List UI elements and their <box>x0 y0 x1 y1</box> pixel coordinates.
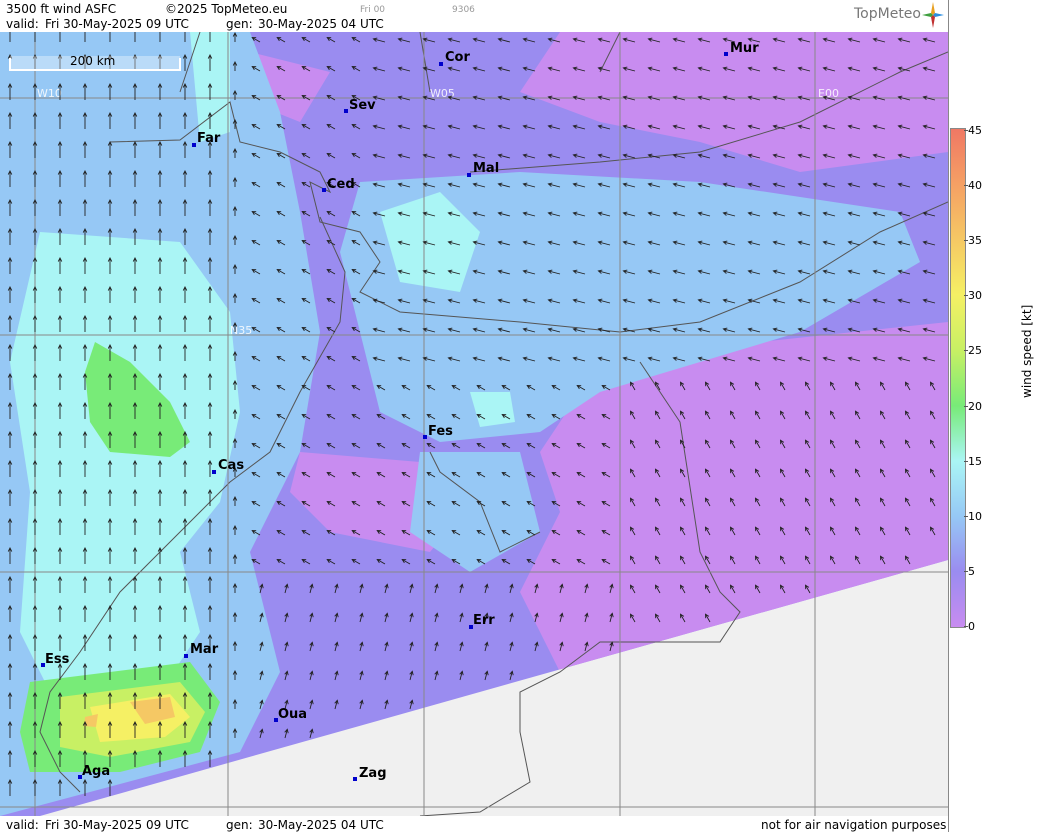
gen-label: gen: <box>226 17 253 31</box>
city-aga: Aga <box>82 764 110 779</box>
colorbar-tick-mark <box>964 405 968 407</box>
grid-label-w10: W10 <box>37 87 62 100</box>
scale-label: 200 km <box>70 54 115 68</box>
city-ced: Ced <box>327 177 355 192</box>
city-ess: Ess <box>45 652 70 667</box>
colorbar-tick-mark <box>964 130 968 131</box>
colorbar-title: wind speed [kt] <box>1020 304 1034 398</box>
logo-text: TopMeteo <box>854 6 921 22</box>
wind-speed-colorbar <box>950 128 966 628</box>
city-far: Far <box>197 131 221 146</box>
valid-time: Fri 30-May-2025 09 UTC <box>45 17 189 31</box>
city-err: Err <box>473 613 495 628</box>
run-label: Fri 00 <box>360 5 386 15</box>
city-cor: Cor <box>445 50 470 65</box>
city-mar: Mar <box>190 642 219 657</box>
city-fes: Fes <box>428 424 453 439</box>
colorbar-tick-mark <box>964 626 968 627</box>
colorbar-tick-label: 10 <box>968 509 982 523</box>
colorbar-tick-label: 30 <box>968 289 982 303</box>
city-mur: Mur <box>730 41 759 56</box>
compass-star-icon <box>922 2 944 28</box>
code-label: 9306 <box>452 5 475 15</box>
city-zag: Zag <box>359 766 387 781</box>
colorbar-tick-mark <box>964 570 968 572</box>
gen-time: 30-May-2025 04 UTC <box>258 17 384 31</box>
topmeteo-logo: TopMeteo <box>854 6 921 22</box>
colorbar-tick-label: 45 <box>968 124 982 137</box>
colorbar-tick-mark <box>964 295 968 297</box>
wind-map: W10 W05 E00 N35 200 km Cor Mur Sev Far C… <box>0 32 948 816</box>
right-frame <box>948 0 949 832</box>
colorbar-tick-mark <box>964 460 968 462</box>
city-oua: Oua <box>278 707 307 722</box>
colorbar-tick-label: 15 <box>968 454 982 468</box>
valid-label: valid: <box>6 17 39 31</box>
colorbar-tick-mark <box>964 515 968 517</box>
colorbar-tick-label: 0 <box>968 620 975 633</box>
colorbar-tick-label: 20 <box>968 399 982 413</box>
footer-valid-time: Fri 30-May-2025 09 UTC <box>45 818 189 832</box>
city-cas: Cas <box>218 458 244 473</box>
city-sev: Sev <box>349 98 376 113</box>
scale-bar: 200 km <box>9 54 181 71</box>
colorbar-tick-label: 5 <box>968 564 975 578</box>
city-mal: Mal <box>473 161 499 176</box>
copyright-text: ©2025 TopMeteo.eu <box>165 2 288 16</box>
colorbar-tick-label: 25 <box>968 344 982 358</box>
product-title: 3500 ft wind ASFC <box>6 2 117 16</box>
colorbar-tick-label: 40 <box>968 179 982 193</box>
footer-valid-label: valid: <box>6 818 39 832</box>
footer-gen-time: 30-May-2025 04 UTC <box>258 818 384 832</box>
colorbar-tick-mark <box>964 240 968 242</box>
footer-disclaimer: not for air navigation purposes <box>761 818 947 832</box>
colorbar-tick-label: 35 <box>968 234 982 248</box>
colorbar-tick-mark <box>964 185 968 187</box>
footer-gen-label: gen: <box>226 818 253 832</box>
colorbar-tick-mark <box>964 350 968 352</box>
